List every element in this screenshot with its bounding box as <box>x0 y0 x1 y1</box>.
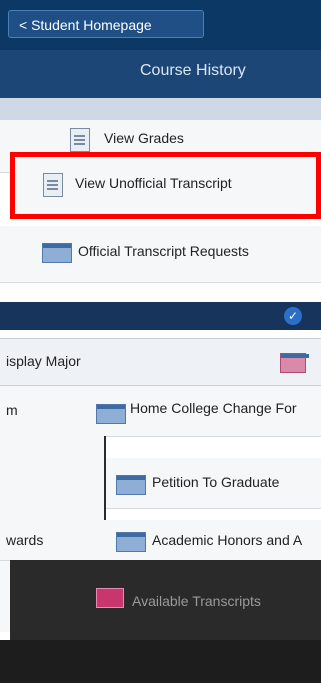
academic-honors-icon <box>116 532 146 552</box>
awards-label: wards <box>6 532 44 548</box>
divider-strip <box>0 98 321 120</box>
available-transcripts-label: Available Transcripts <box>132 593 261 609</box>
available-transcripts-icon <box>96 588 124 608</box>
petition-icon <box>116 475 146 495</box>
menu-item-official-transcript-requests[interactable]: Official Transcript Requests <box>0 226 321 283</box>
section-header-band: Course History <box>0 50 321 98</box>
section-divider-bar: ✓ <box>0 302 321 330</box>
menu-item-available-transcripts[interactable]: Available Transcripts <box>10 560 321 640</box>
academic-honors-label: Academic Honors and A <box>152 532 303 548</box>
menu-item-label: Official Transcript Requests <box>78 243 249 259</box>
row-home-college-change[interactable]: m Home College Change For <box>0 386 321 437</box>
menu-item-label: View Unofficial Transcript <box>75 175 232 191</box>
home-college-change-label: Home College Change For <box>130 400 297 416</box>
display-major-icon <box>280 353 309 373</box>
student-homepage-button[interactable]: < Student Homepage <box>8 10 204 38</box>
section-title: Course History <box>140 62 246 79</box>
highlighted-menu-item-unofficial-transcript[interactable]: View Unofficial Transcript <box>10 152 321 219</box>
transcript-requests-icon <box>42 243 72 263</box>
display-major-label: isplay Major <box>6 353 81 369</box>
petition-label: Petition To Graduate <box>152 474 280 490</box>
row-display-major[interactable]: isplay Major <box>0 338 321 386</box>
row-academic-honors[interactable]: wards Academic Honors and A <box>0 520 321 561</box>
checkmark-icon: ✓ <box>284 307 302 325</box>
bottom-dark-bar <box>0 640 321 683</box>
row-left-label: m <box>6 402 18 418</box>
menu-item-petition-to-graduate[interactable]: Petition To Graduate <box>106 458 321 509</box>
transcript-document-icon <box>43 173 63 197</box>
grades-document-icon <box>70 128 90 152</box>
top-navigation-bar: < Student Homepage <box>0 0 321 50</box>
menu-item-label: View Grades <box>104 130 184 146</box>
home-college-icon <box>96 404 126 424</box>
